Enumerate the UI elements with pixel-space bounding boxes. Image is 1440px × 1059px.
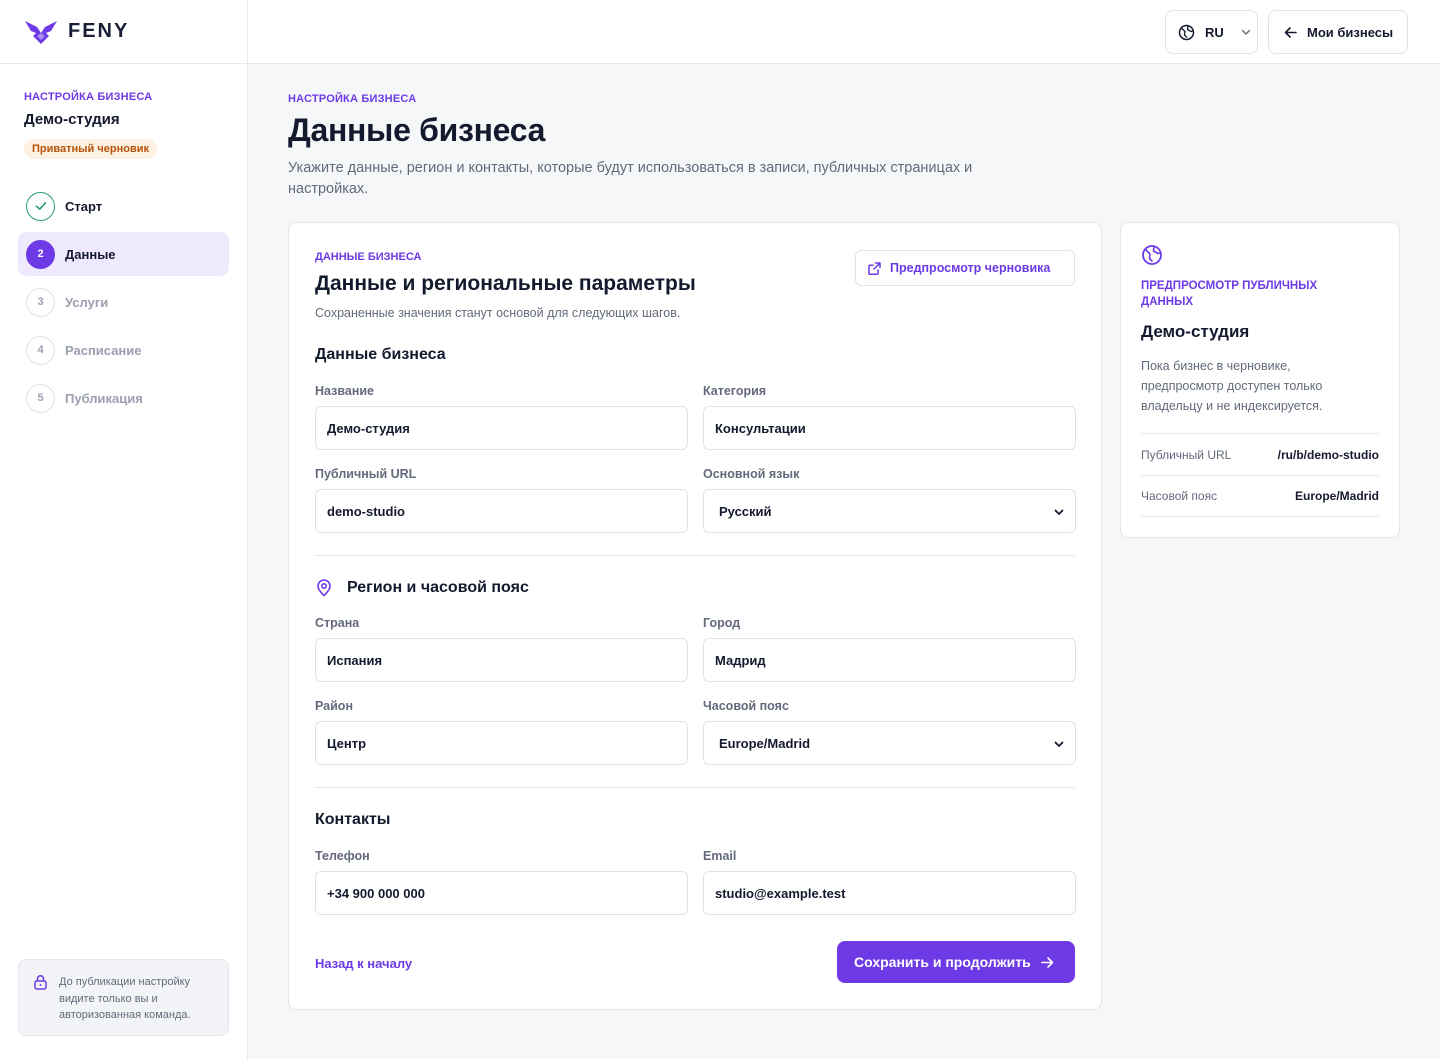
language-selector[interactable]: RU [1165,10,1258,54]
phone-label: Телефон [315,849,370,863]
city-input[interactable]: Мадрид [703,638,1076,682]
category-input[interactable]: Консультации [703,406,1076,450]
lock-icon [33,974,48,996]
back-to-start-link[interactable]: Назад к началу [315,956,412,971]
preview-draft-button[interactable]: Предпросмотр черновика [855,250,1075,286]
page-title: Данные бизнеса [288,112,546,148]
chevron-down-icon [1054,509,1064,515]
divider [315,555,1075,556]
preview-eyebrow: ПРЕДПРОСМОТР ПУБЛИЧНЫХ ДАННЫХ [1141,280,1318,308]
step-label: Данные [65,246,116,262]
language-select[interactable]: Русский [703,489,1076,533]
status-badge: Приватный черновик [24,139,157,159]
save-continue-button[interactable]: Сохранить и продолжить [837,941,1075,983]
phone-input[interactable]: +34 900 000 000 [315,871,688,915]
step-publish[interactable]: 5 Публикация [18,376,229,420]
district-label: Район [315,699,353,713]
step-label: Публикация [65,390,143,406]
country-input[interactable]: Испания [315,638,688,682]
step-schedule[interactable]: 4 Расписание [18,328,229,372]
timezone-label: Часовой пояс [703,699,789,713]
language-label: Основной язык [703,467,800,481]
email-label: Email [703,849,737,863]
chevron-down-icon [1241,29,1250,35]
url-label: Публичный URL [315,467,417,481]
chevron-down-icon [1054,741,1064,747]
step-number: 3 [26,287,55,317]
name-input[interactable]: Демо-студия [315,406,688,450]
business-form-card: ДАННЫЕ БИЗНЕСА Данные и региональные пар… [288,222,1102,1010]
preview-title: Демо-студия [1141,322,1250,341]
globe-icon [1142,245,1162,265]
section-contacts-title: Контакты [315,811,391,828]
setup-steps: Старт 2 Данные 3 Услуги 4 Расписание 5 П… [18,184,229,424]
step-label: Услуги [65,294,109,310]
map-pin-icon [317,579,331,597]
sidebar-eyebrow: НАСТРОЙКА БИЗНЕСА [24,91,153,103]
card-subtitle: Сохраненные значения станут основой для … [315,306,681,320]
topbar: RU Мои бизнесы [248,0,1440,64]
language-value: RU [1205,24,1224,40]
section-region-title: Регион и часовой пояс [347,579,529,596]
step-data[interactable]: 2 Данные [18,232,229,276]
sidebar-business-name: Демо-студия [24,111,120,128]
card-title: Данные и региональные параметры [315,272,696,295]
card-eyebrow: ДАННЫЕ БИЗНЕСА [315,251,422,263]
preview-row: Публичный URL /ru/b/demo-studio [1141,433,1379,475]
step-label: Расписание [65,342,142,358]
timezone-select-value: Europe/Madrid [719,735,811,751]
external-link-icon [868,261,881,275]
district-input[interactable]: Центр [315,721,688,765]
check-icon [26,191,55,221]
privacy-note-text: До публикации настройку видите только вы… [59,976,191,1021]
feny-logo-icon [25,20,57,44]
arrow-right-icon [1040,956,1054,968]
arrow-left-icon [1284,26,1297,38]
step-start[interactable]: Старт [18,184,229,228]
page-subtitle: Укажите данные, регион и контакты, котор… [288,160,973,197]
sidebar: FENY НАСТРОЙКА БИЗНЕСА Демо-студия Прива… [0,0,248,1059]
city-label: Город [703,616,741,630]
name-label: Название [315,384,375,398]
preview-row: Часовой пояс Europe/Madrid [1141,475,1379,517]
preview-row-key: Публичный URL [1141,447,1232,462]
preview-text: Пока бизнес в черновике, предпросмотр до… [1141,359,1323,413]
privacy-note: До публикации настройку видите только вы… [18,959,229,1036]
preview-row-value: Europe/Madrid [1294,489,1379,503]
divider [315,787,1075,788]
preview-row-key: Часовой пояс [1141,489,1218,503]
step-number: 4 [26,335,55,365]
step-services[interactable]: 3 Услуги [18,280,229,324]
my-businesses-label: Мои бизнесы [1307,24,1394,40]
logo-text: FENY [68,20,130,42]
step-label: Старт [65,198,103,214]
logo[interactable]: FENY [0,0,247,64]
section-business-title: Данные бизнеса [315,346,446,363]
save-continue-label: Сохранить и продолжить [854,954,1031,970]
step-number: 5 [26,383,55,413]
category-label: Категория [703,384,767,398]
globe-icon [1178,24,1195,40]
email-input[interactable]: studio@example.test [703,871,1076,915]
page-eyebrow: НАСТРОЙКА БИЗНЕСА [288,93,417,105]
my-businesses-button[interactable]: Мои бизнесы [1268,10,1408,54]
url-input[interactable]: demo-studio [315,489,688,533]
step-number: 2 [26,239,55,269]
preview-row-value: /ru/b/demo-studio [1277,447,1379,462]
country-label: Страна [315,616,360,630]
public-preview-card: ПРЕДПРОСМОТР ПУБЛИЧНЫХ ДАННЫХ Демо-студи… [1120,222,1400,538]
timezone-select[interactable]: Europe/Madrid [703,721,1076,765]
language-select-value: Русский [719,503,772,519]
preview-draft-label: Предпросмотр черновика [890,261,1051,275]
